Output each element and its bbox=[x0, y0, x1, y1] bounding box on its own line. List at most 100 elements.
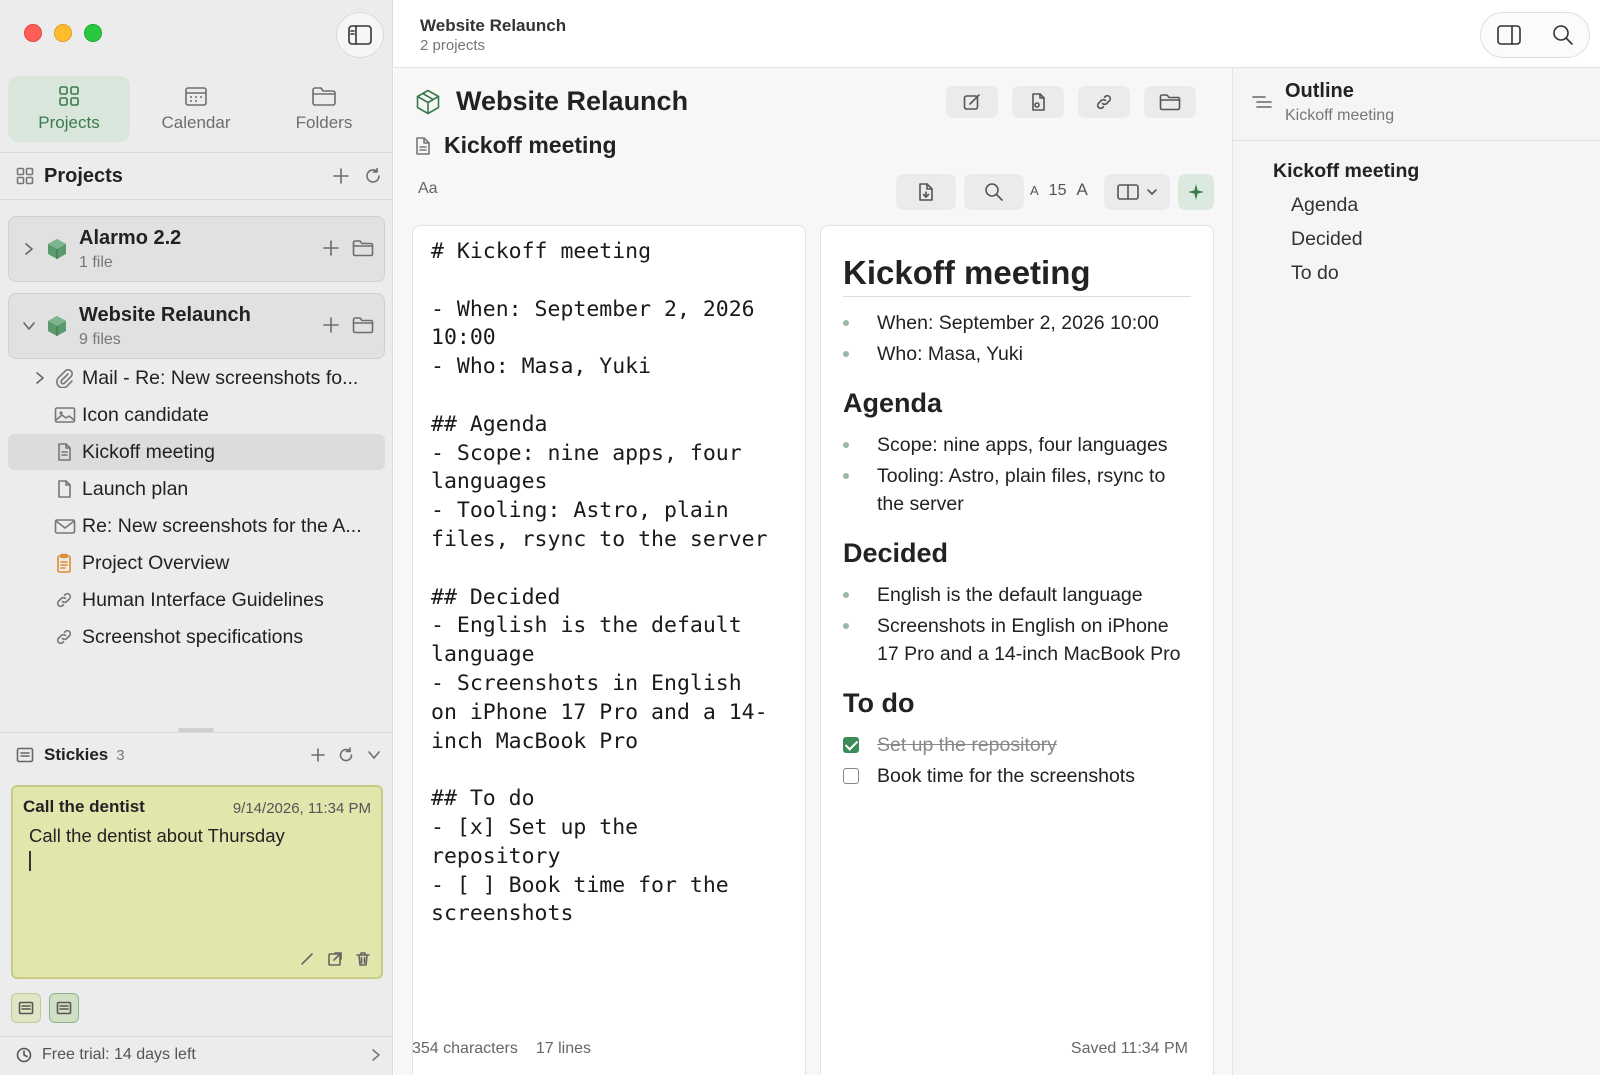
document-info-button[interactable] bbox=[896, 174, 956, 210]
file-row-kickoff-meeting[interactable]: Kickoff meeting bbox=[8, 434, 385, 470]
file-label: Screenshot specifications bbox=[82, 625, 304, 648]
chevron-right-icon bbox=[372, 1049, 380, 1061]
file-label: Human Interface Guidelines bbox=[82, 588, 324, 611]
window-close-button[interactable] bbox=[24, 24, 42, 42]
calendar-icon bbox=[185, 87, 207, 106]
todo-checkbox[interactable] bbox=[843, 768, 859, 784]
sidebar-toggle-button[interactable] bbox=[336, 12, 384, 58]
export-button[interactable] bbox=[1012, 86, 1064, 118]
chevron-down-icon[interactable] bbox=[366, 747, 382, 763]
tab-folders-label: Folders bbox=[295, 113, 353, 132]
file-row-mail-reply[interactable]: Re: New screenshots for the A... bbox=[8, 508, 385, 544]
outline-item[interactable]: Decided bbox=[1291, 222, 1419, 256]
stickies-header: Stickies 3 bbox=[16, 744, 382, 766]
file-row-project-overview[interactable]: Project Overview bbox=[8, 545, 385, 581]
add-project-icon[interactable] bbox=[332, 167, 350, 185]
compose-icon bbox=[963, 94, 980, 110]
divider bbox=[0, 732, 392, 733]
reveal-folder-button[interactable] bbox=[1144, 86, 1196, 118]
file-row-icon-candidate[interactable]: Icon candidate bbox=[8, 397, 385, 433]
markdown-preview: Kickoff meeting When: September 2, 2026 … bbox=[820, 225, 1214, 1075]
find-button[interactable] bbox=[964, 174, 1024, 210]
tab-projects[interactable]: Projects bbox=[8, 76, 130, 142]
outline-item[interactable]: Kickoff meeting bbox=[1273, 154, 1419, 188]
link-button[interactable] bbox=[1078, 86, 1130, 118]
chevron-right-icon[interactable] bbox=[34, 371, 46, 385]
trash-icon[interactable] bbox=[355, 951, 371, 967]
sticky-timestamp: 9/14/2026, 11:34 PM bbox=[232, 800, 371, 817]
file-row-mail[interactable]: Mail - Re: New screenshots fo... bbox=[8, 360, 385, 396]
project-card-alarmo[interactable]: Alarmo 2.2 1 file bbox=[8, 216, 385, 282]
list-item: When: September 2, 2026 10:00 bbox=[843, 309, 1191, 337]
project-card-website-relaunch[interactable]: Website Relaunch 9 files bbox=[8, 293, 385, 359]
editor-text[interactable]: # Kickoff meeting - When: September 2, 2… bbox=[431, 238, 787, 929]
projects-section-header: Projects bbox=[16, 162, 382, 190]
status-bar-left: 354 characters 17 lines bbox=[412, 1040, 591, 1058]
list-item: English is the default language bbox=[843, 581, 1191, 609]
clipboard-icon bbox=[57, 553, 71, 573]
tab-projects-label: Projects bbox=[38, 113, 100, 132]
split-view-icon bbox=[1117, 184, 1139, 200]
file-row-hig[interactable]: Human Interface Guidelines bbox=[8, 582, 385, 618]
sticky-body[interactable]: Call the dentist about Thursday bbox=[29, 825, 371, 847]
envelope-icon bbox=[54, 519, 76, 534]
link-icon bbox=[1096, 94, 1112, 110]
chevron-right-icon[interactable] bbox=[21, 242, 37, 256]
outline-panel: Outline Kickoff meeting Kickoff meeting … bbox=[1232, 68, 1600, 1075]
folder-icon[interactable] bbox=[352, 316, 374, 334]
file-label: Re: New screenshots for the A... bbox=[82, 514, 362, 537]
sparkle-icon bbox=[1188, 184, 1204, 200]
outline-title: Outline bbox=[1285, 80, 1354, 102]
preview-heading: Kickoff meeting bbox=[843, 254, 1191, 297]
pencil-icon[interactable] bbox=[299, 951, 315, 967]
projects-title: Projects bbox=[44, 164, 123, 187]
add-icon[interactable] bbox=[322, 239, 340, 257]
refresh-icon[interactable] bbox=[364, 167, 382, 185]
window-minimize-button[interactable] bbox=[54, 24, 72, 42]
link-icon bbox=[56, 592, 72, 608]
project-name: Alarmo 2.2 bbox=[79, 226, 182, 249]
markdown-editor[interactable]: # Kickoff meeting - When: September 2, 2… bbox=[412, 225, 806, 1075]
document-icon bbox=[919, 183, 933, 201]
link-icon bbox=[56, 629, 72, 645]
file-row-screenshot-specs[interactable]: Screenshot specifications bbox=[8, 619, 385, 655]
ai-assist-button[interactable] bbox=[1178, 174, 1214, 210]
search-icon[interactable] bbox=[1552, 24, 1574, 46]
sticky-note[interactable]: Call the dentist 9/14/2026, 11:34 PM Cal… bbox=[11, 785, 383, 979]
file-label: Project Overview bbox=[82, 551, 230, 574]
chevron-down-icon[interactable] bbox=[21, 319, 37, 333]
format-button[interactable]: Aa bbox=[418, 180, 438, 198]
increase-font-button[interactable]: A bbox=[1076, 180, 1087, 200]
folder-icon bbox=[1159, 94, 1181, 111]
free-trial-row[interactable]: Free trial: 14 days left bbox=[16, 1046, 382, 1064]
sticky-tab-2[interactable] bbox=[49, 993, 79, 1023]
folder-icon bbox=[312, 87, 336, 106]
outline-item[interactable]: To do bbox=[1291, 256, 1419, 290]
clock-icon bbox=[16, 1047, 32, 1063]
tab-folders[interactable]: Folders bbox=[263, 76, 385, 142]
preview-list: When: September 2, 2026 10:00 Who: Masa,… bbox=[843, 309, 1191, 368]
edit-button[interactable] bbox=[946, 86, 998, 118]
add-icon[interactable] bbox=[322, 316, 340, 334]
font-size-control[interactable]: A 15 A bbox=[1030, 180, 1088, 200]
add-sticky-icon[interactable] bbox=[310, 747, 326, 763]
text-cursor bbox=[29, 851, 31, 871]
layout-menu-button[interactable] bbox=[1104, 174, 1170, 210]
decrease-font-button[interactable]: A bbox=[1030, 183, 1039, 198]
document-icon bbox=[58, 480, 71, 498]
window-zoom-button[interactable] bbox=[84, 24, 102, 42]
todo-checkbox[interactable] bbox=[843, 737, 859, 753]
folder-icon[interactable] bbox=[352, 239, 374, 257]
outline-list: Kickoff meeting Agenda Decided To do bbox=[1273, 154, 1419, 290]
grid-icon bbox=[16, 167, 34, 185]
outline-item[interactable]: Agenda bbox=[1291, 188, 1419, 222]
file-row-launch-plan[interactable]: Launch plan bbox=[8, 471, 385, 507]
open-external-icon[interactable] bbox=[327, 951, 343, 967]
tab-calendar[interactable]: Calendar bbox=[135, 76, 257, 142]
refresh-icon[interactable] bbox=[338, 747, 354, 763]
sticky-tab-1[interactable] bbox=[11, 993, 41, 1023]
search-icon bbox=[985, 183, 1003, 201]
outline-icon bbox=[1252, 96, 1272, 108]
list-item: Tooling: Astro, plain files, rsync to th… bbox=[843, 462, 1191, 518]
inspector-toggle-icon[interactable] bbox=[1496, 24, 1522, 46]
